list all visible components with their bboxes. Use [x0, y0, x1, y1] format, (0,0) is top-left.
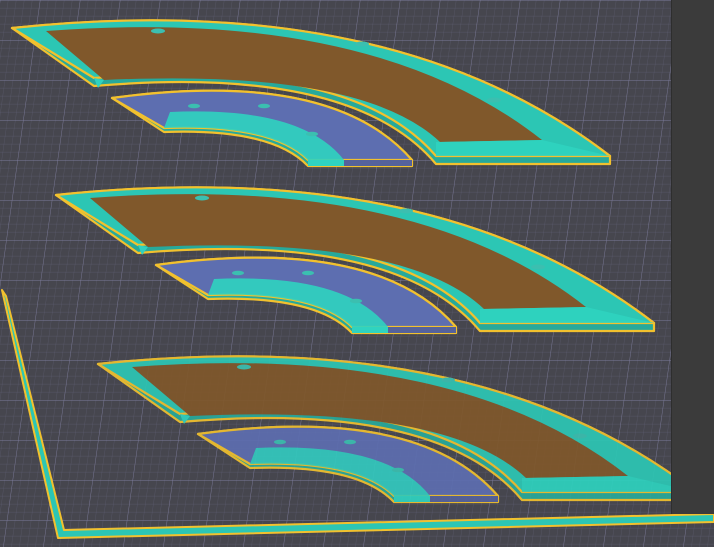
- 3d-viewport[interactable]: [0, 0, 714, 547]
- side-panel: [671, 0, 714, 514]
- viewport-canvas[interactable]: [0, 0, 714, 547]
